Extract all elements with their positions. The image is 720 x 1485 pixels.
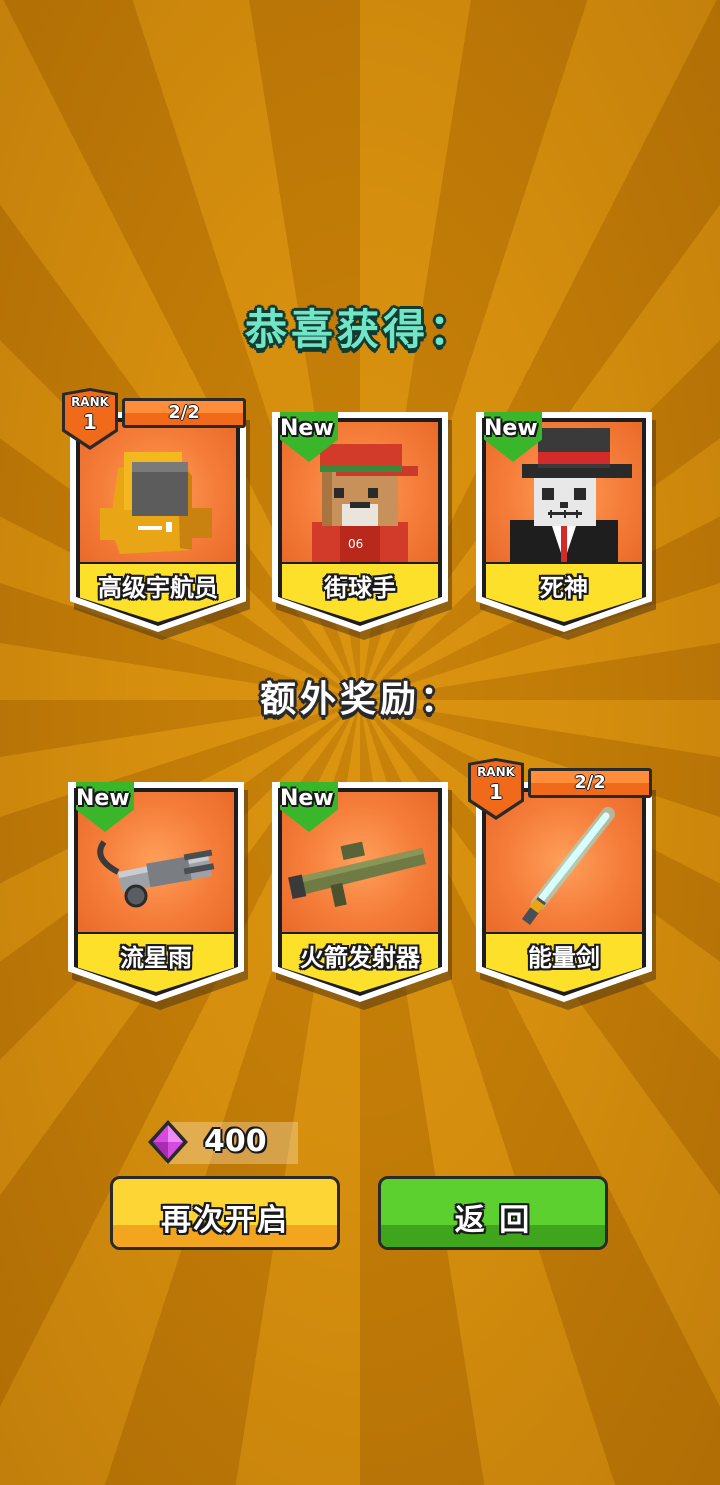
card-name: 流星雨: [120, 944, 192, 972]
reopen-button[interactable]: 再次开启: [110, 1176, 340, 1250]
rank-shield-badge: RANK 1: [468, 758, 524, 820]
bonus-title: 额外奖励：: [259, 679, 460, 720]
new-badge-label: New: [280, 416, 334, 441]
rank-number: 1: [83, 410, 97, 434]
rank-count: 2/2: [574, 772, 606, 793]
bonus-card-rocket-launcher[interactable]: 火箭发射器 New: [272, 782, 452, 1010]
new-badge: New: [484, 412, 542, 464]
currency-amount: 400: [204, 1124, 267, 1159]
reopen-button-label: 再次开启: [161, 1203, 289, 1238]
card-name: 街球手: [324, 574, 396, 602]
gem-icon: [148, 1120, 188, 1164]
rank-shield-badge: RANK 1: [62, 388, 118, 450]
card-name: 高级宇航员: [98, 574, 218, 602]
card-name: 火箭发射器: [300, 944, 420, 972]
reward-card-street-baller[interactable]: 06 街球手 New: [272, 412, 452, 640]
back-button[interactable]: 返 回: [378, 1176, 608, 1250]
svg-text:06: 06: [348, 537, 363, 551]
new-badge: New: [280, 782, 338, 834]
bonus-card-minigun[interactable]: 流星雨 New: [68, 782, 248, 1010]
new-badge-label: New: [76, 786, 130, 811]
card-name: 死神: [540, 574, 588, 602]
bonus-card-energy-sword[interactable]: 能量剑 2/2 RANK 1: [468, 758, 656, 1010]
rank-number: 1: [489, 780, 503, 804]
rank-progress-bar: 2/2: [528, 768, 652, 798]
page-title: 恭喜获得：: [244, 305, 475, 354]
rank-label: RANK: [71, 395, 109, 409]
rank-progress-bar: 2/2: [122, 398, 246, 428]
new-badge-label: New: [280, 786, 334, 811]
background-vignette: [0, 0, 720, 1485]
back-button-label: 返 回: [454, 1203, 532, 1238]
reward-card-astronaut[interactable]: 高级宇航员 2/2 RANK 1: [62, 388, 250, 640]
new-badge: New: [280, 412, 338, 464]
reward-card-grim-reaper[interactable]: 死神 New: [476, 412, 656, 640]
new-badge: New: [76, 782, 134, 834]
new-badge-label: New: [484, 416, 538, 441]
rank-count: 2/2: [168, 402, 200, 423]
card-name: 能量剑: [528, 944, 600, 972]
rank-label: RANK: [477, 765, 515, 779]
